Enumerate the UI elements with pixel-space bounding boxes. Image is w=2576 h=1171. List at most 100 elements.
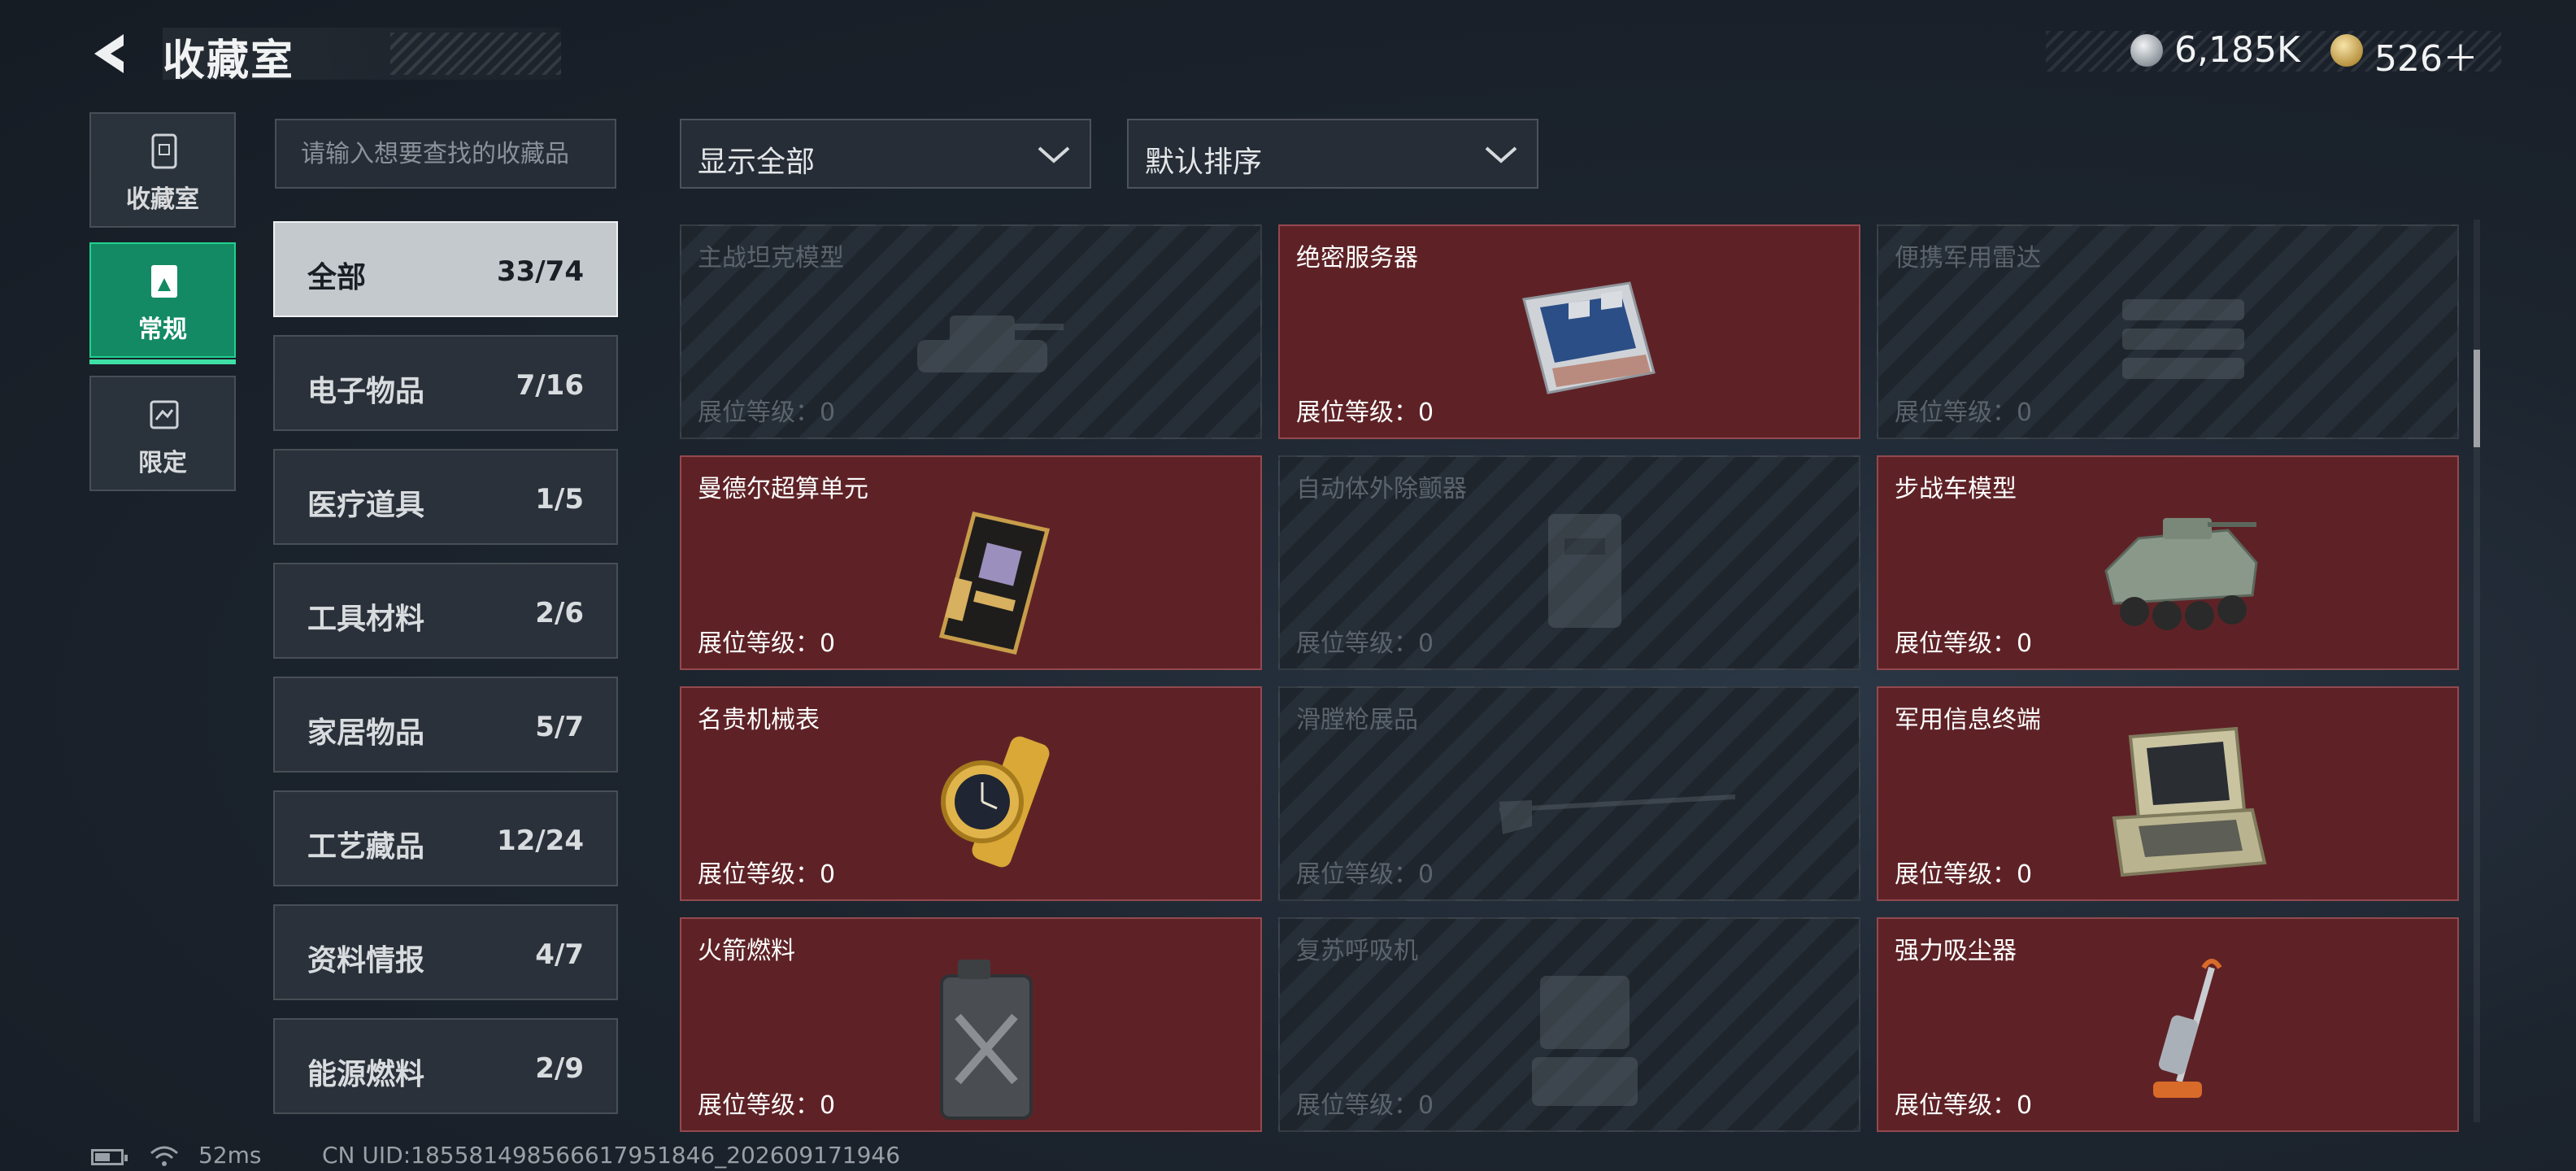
item-name: 绝密服务器 bbox=[1296, 244, 1418, 272]
back-arrow-icon bbox=[94, 34, 124, 73]
display-level: 展位等级：0 bbox=[1296, 1091, 1434, 1120]
chevron-down-icon bbox=[1038, 146, 1070, 163]
item-name: 名贵机械表 bbox=[698, 706, 820, 734]
musket-icon bbox=[1499, 794, 1735, 834]
page-title: 收藏室 bbox=[163, 37, 295, 85]
vacuum-icon bbox=[2153, 959, 2222, 1098]
display-level: 展位等级：0 bbox=[698, 398, 836, 427]
category-count: 2/9 bbox=[535, 1052, 584, 1085]
category-count: 1/5 bbox=[535, 483, 584, 516]
tab-label: 限定 bbox=[138, 449, 187, 477]
display-level: 展位等级：0 bbox=[698, 860, 836, 889]
category-all[interactable]: 全部 33/74 bbox=[273, 221, 618, 317]
category-count: 12/24 bbox=[496, 825, 584, 857]
premium-currency-amount[interactable]: 526＋ bbox=[2374, 29, 2478, 81]
item-name: 自动体外除颤器 bbox=[1296, 475, 1467, 503]
filter-value: 显示全部 bbox=[698, 146, 816, 179]
defibrillator-icon bbox=[1548, 514, 1621, 628]
display-level: 展位等级：0 bbox=[1895, 1091, 2033, 1120]
collection-card[interactable]: 便携军用雷达 展位等级：0 bbox=[1877, 224, 2459, 439]
limited-collection-icon bbox=[150, 400, 179, 429]
category-tools[interactable]: 工具材料 2/6 bbox=[273, 563, 618, 659]
category-medical[interactable]: 医疗道具 1/5 bbox=[273, 449, 618, 545]
item-name: 军用信息终端 bbox=[1895, 706, 2041, 734]
ventilator-icon bbox=[1532, 976, 1638, 1106]
category-name: 工具材料 bbox=[307, 603, 425, 636]
item-name: 便携军用雷达 bbox=[1895, 244, 2041, 272]
category-name: 能源燃料 bbox=[307, 1058, 425, 1091]
tank-model-icon bbox=[917, 316, 1064, 372]
collection-card[interactable]: 名贵机械表 展位等级：0 bbox=[680, 686, 1262, 901]
item-name: 主战坦克模型 bbox=[698, 244, 844, 272]
tab-label: 收藏室 bbox=[126, 185, 199, 214]
category-count: 2/6 bbox=[535, 597, 584, 629]
chevron-down-icon bbox=[1485, 146, 1517, 163]
sort-value: 默认排序 bbox=[1145, 146, 1263, 179]
display-level: 展位等级：0 bbox=[698, 629, 836, 658]
back-button[interactable] bbox=[88, 29, 137, 78]
category-household[interactable]: 家居物品 5/7 bbox=[273, 677, 618, 773]
supercomputer-unit-icon bbox=[938, 511, 1051, 655]
tab-regular[interactable]: 常规 bbox=[89, 242, 236, 364]
category-name: 工艺藏品 bbox=[307, 830, 425, 864]
collection-card[interactable]: 步战车模型 展位等级：0 bbox=[1877, 455, 2459, 670]
item-name: 复苏呼吸机 bbox=[1296, 937, 1418, 965]
display-level: 展位等级：0 bbox=[1296, 860, 1434, 889]
terminal-icon bbox=[2112, 726, 2267, 877]
collection-card[interactable]: 滑膛枪展品 展位等级：0 bbox=[1278, 686, 1860, 901]
sort-dropdown[interactable]: 默认排序 bbox=[1127, 119, 1538, 189]
collection-card[interactable]: 主战坦克模型 展位等级：0 bbox=[680, 224, 1262, 439]
tab-label: 常规 bbox=[138, 316, 187, 344]
search-input[interactable] bbox=[275, 119, 616, 189]
collection-card[interactable]: 军用信息终端 展位等级：0 bbox=[1877, 686, 2459, 901]
item-name: 曼德尔超算单元 bbox=[698, 475, 868, 503]
category-name: 医疗道具 bbox=[307, 489, 425, 522]
category-electronics[interactable]: 电子物品 7/16 bbox=[273, 335, 618, 431]
filter-dropdown[interactable]: 显示全部 bbox=[680, 119, 1091, 189]
ping-readout: 52ms bbox=[198, 1142, 262, 1169]
collection-card[interactable]: 强力吸尘器 展位等级：0 bbox=[1877, 917, 2459, 1132]
ifv-model-icon bbox=[2104, 518, 2258, 630]
display-level: 展位等级：0 bbox=[1296, 629, 1434, 658]
category-name: 家居物品 bbox=[307, 716, 425, 750]
silver-coin-icon bbox=[2130, 34, 2163, 67]
scrollbar-thumb[interactable] bbox=[2474, 350, 2480, 447]
watch-icon bbox=[941, 736, 1050, 868]
collection-card[interactable]: 火箭燃料 展位等级：0 bbox=[680, 917, 1262, 1132]
display-level: 展位等级：0 bbox=[1895, 860, 2033, 889]
item-name: 强力吸尘器 bbox=[1895, 937, 2017, 965]
regular-collection-icon bbox=[151, 265, 177, 298]
wifi-icon bbox=[150, 1146, 178, 1166]
gold-coin-icon bbox=[2330, 34, 2363, 67]
category-count: 7/16 bbox=[516, 369, 584, 402]
display-level: 展位等级：0 bbox=[1296, 398, 1434, 427]
display-level: 展位等级：0 bbox=[1895, 629, 2033, 658]
currency-amount: 6,185K bbox=[2174, 29, 2300, 71]
category-name: 全部 bbox=[307, 261, 367, 294]
server-icon bbox=[1522, 281, 1656, 394]
category-name: 资料情报 bbox=[307, 944, 425, 977]
category-count: 5/7 bbox=[535, 711, 584, 743]
archive-icon bbox=[151, 133, 177, 169]
item-name: 滑膛枪展品 bbox=[1296, 706, 1418, 734]
collection-card[interactable]: 自动体外除颤器 展位等级：0 bbox=[1278, 455, 1860, 670]
category-name: 电子物品 bbox=[307, 375, 425, 408]
radar-icon bbox=[2122, 299, 2244, 379]
item-name: 步战车模型 bbox=[1895, 475, 2017, 503]
category-intel[interactable]: 资料情报 4/7 bbox=[273, 904, 618, 1000]
display-level: 展位等级：0 bbox=[698, 1091, 836, 1120]
category-crafts[interactable]: 工艺藏品 12/24 bbox=[273, 790, 618, 886]
user-uid: CN UID:18558149856661795​1846_2026091719… bbox=[322, 1142, 901, 1169]
collection-card[interactable]: 曼德尔超算单元 展位等级：0 bbox=[680, 455, 1262, 670]
category-fuel[interactable]: 能源燃料 2/9 bbox=[273, 1018, 618, 1114]
tab-archive[interactable]: 收藏室 bbox=[89, 112, 236, 228]
tab-limited[interactable]: 限定 bbox=[89, 376, 236, 491]
battery-icon bbox=[91, 1149, 128, 1165]
collection-card[interactable]: 复苏呼吸机 展位等级：0 bbox=[1278, 917, 1860, 1132]
category-count: 33/74 bbox=[496, 255, 584, 288]
collection-card[interactable]: 绝密服务器 展位等级：0 bbox=[1278, 224, 1860, 439]
display-level: 展位等级：0 bbox=[1895, 398, 2033, 427]
category-count: 4/7 bbox=[535, 938, 584, 971]
item-name: 火箭燃料 bbox=[698, 937, 795, 965]
fuel-can-icon bbox=[940, 960, 1033, 1120]
